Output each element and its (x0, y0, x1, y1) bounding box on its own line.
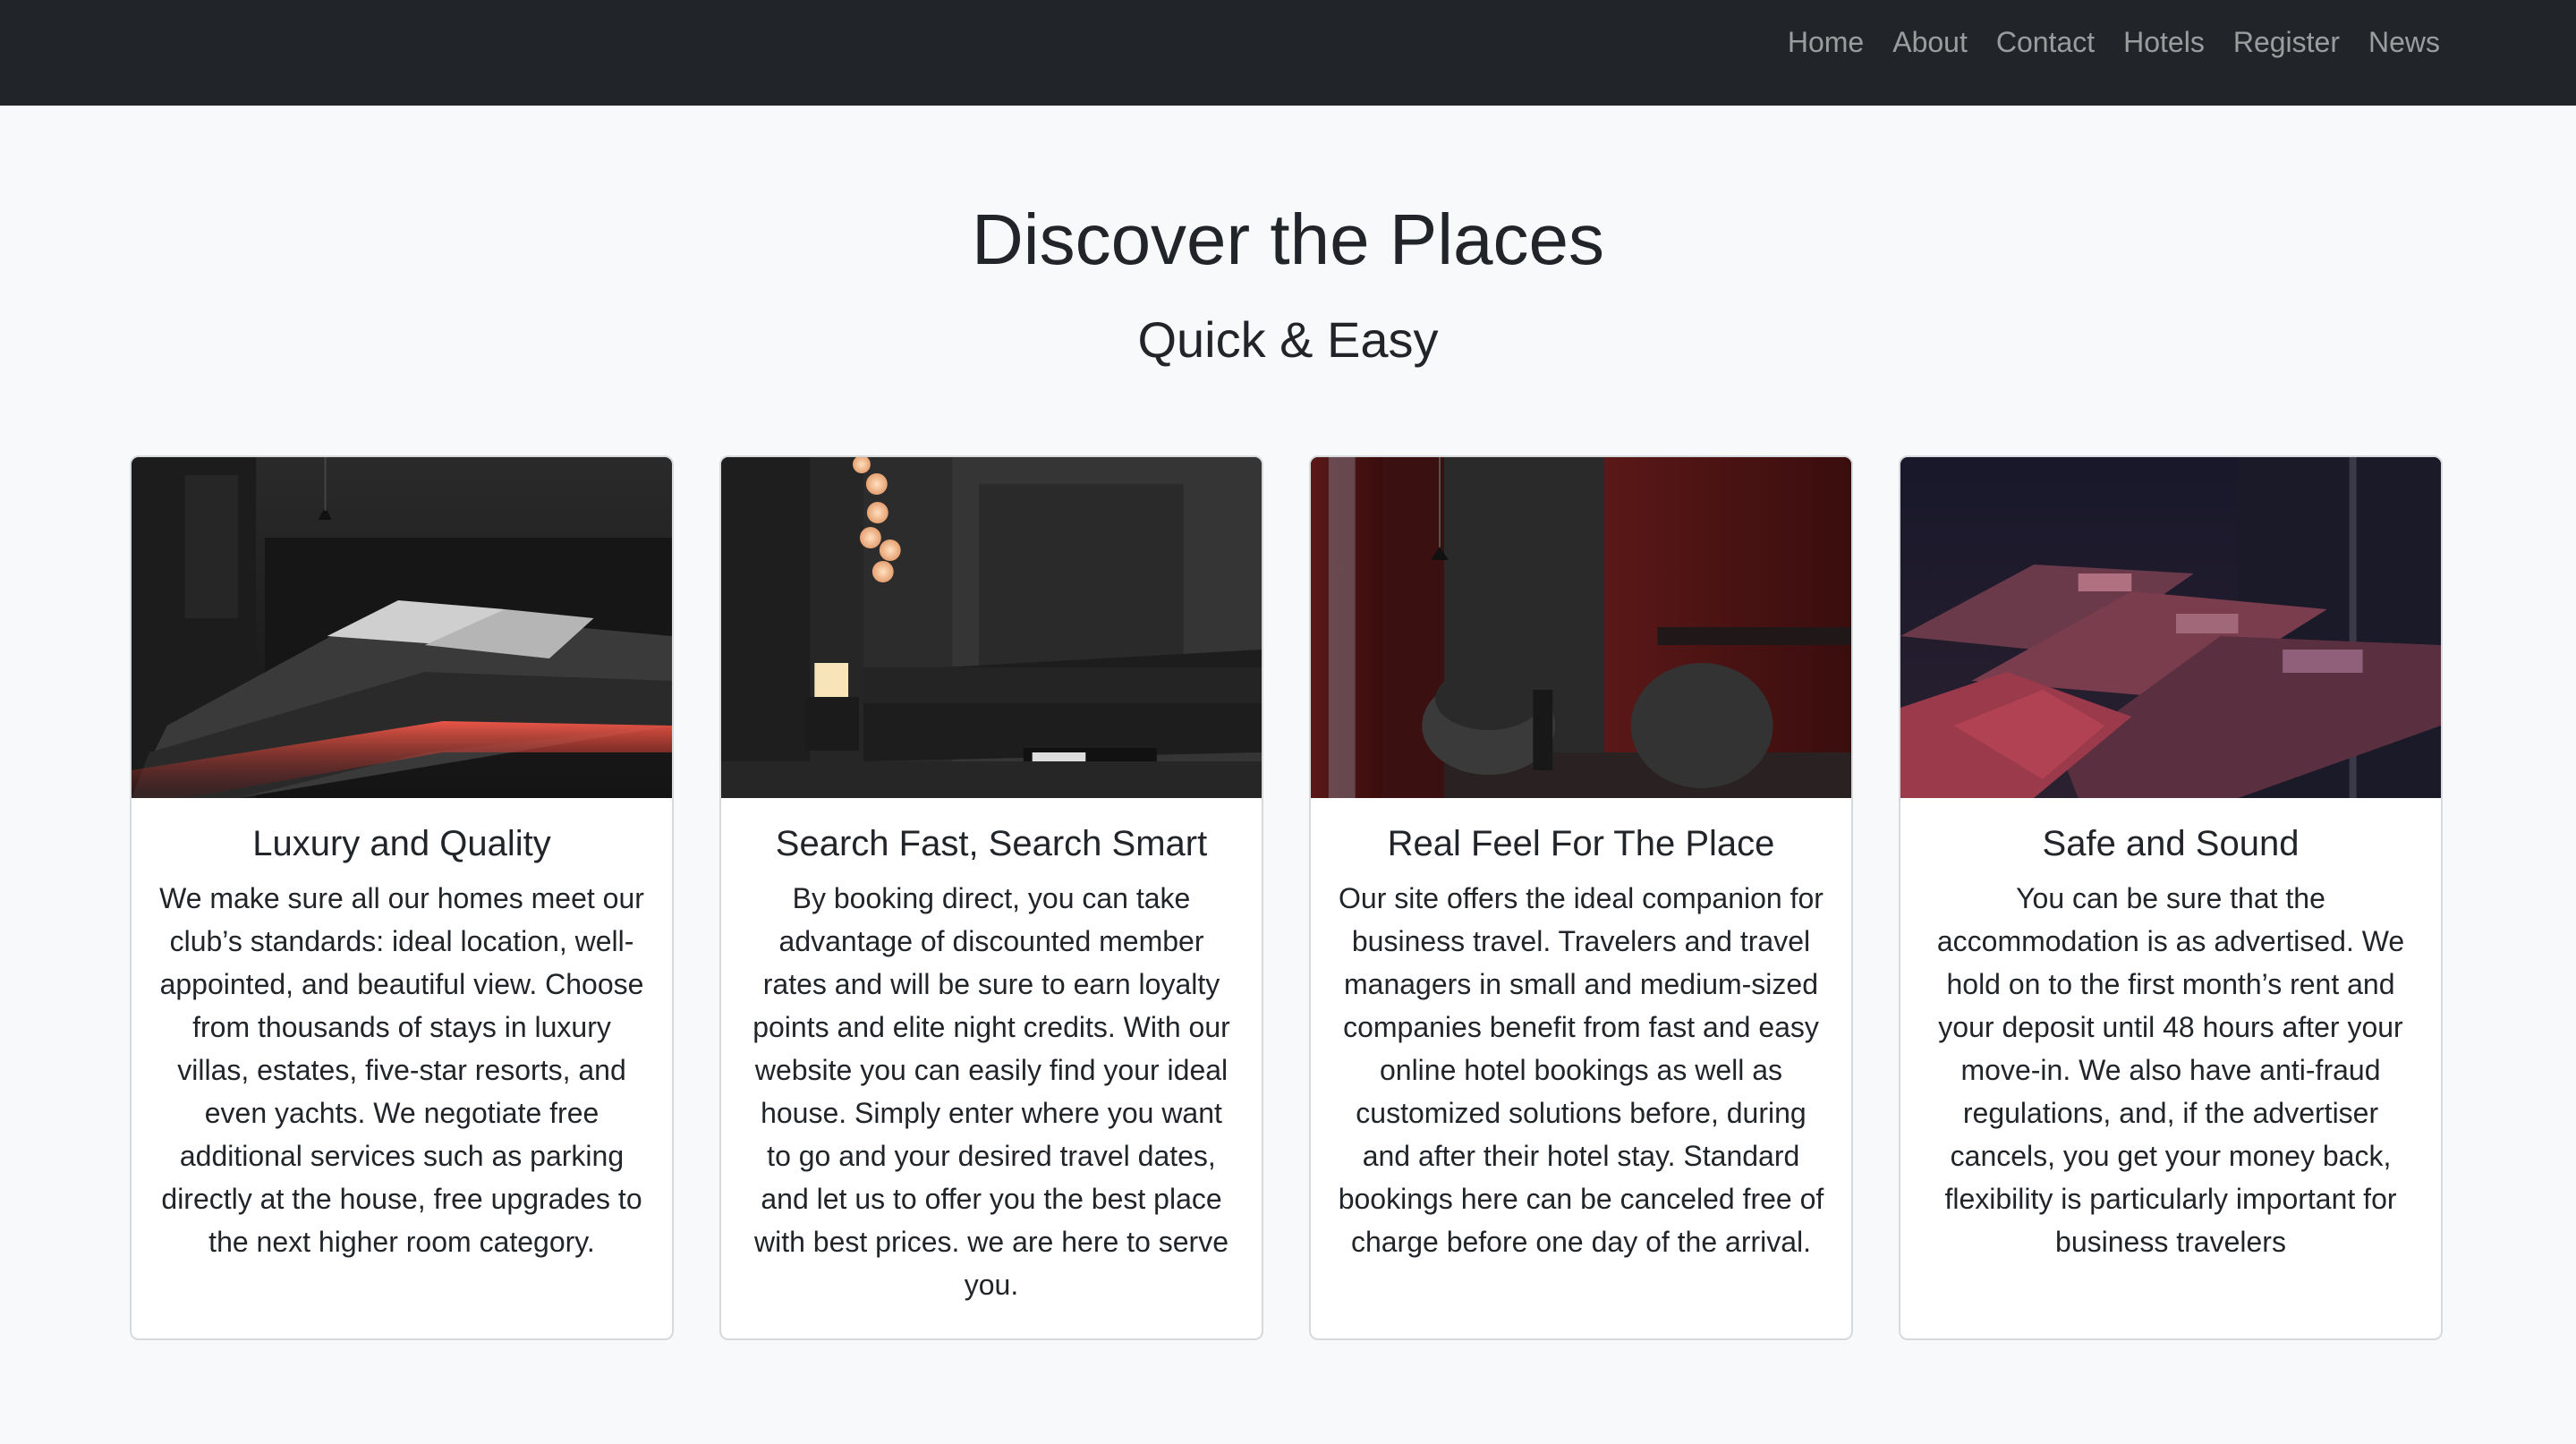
nav-about-link[interactable]: About (1892, 26, 1968, 59)
feature-card-safe: Safe and Sound You can be sure that the … (1899, 455, 2443, 1340)
card-body: Real Feel For The Place Our site offers … (1311, 798, 1851, 1263)
card-body: Safe and Sound You can be sure that the … (1900, 798, 2441, 1263)
nav-home-link[interactable]: Home (1788, 26, 1864, 59)
card-body: Search Fast, Search Smart By booking dir… (721, 798, 1262, 1306)
feature-card-luxury: Luxury and Quality We make sure all our … (130, 455, 674, 1340)
armchair-room-image (1311, 457, 1851, 798)
card-text: You can be sure that the accommodation i… (1936, 882, 2405, 1258)
card-title: Real Feel For The Place (1387, 824, 1775, 863)
beds-image (1900, 457, 2441, 798)
card-title: Search Fast, Search Smart (775, 824, 1208, 863)
feature-cards: Luxury and Quality We make sure all our … (130, 455, 2443, 1340)
nav-hotels-link[interactable]: Hotels (2123, 26, 2205, 59)
card-title: Luxury and Quality (252, 824, 551, 863)
card-text: Our site offers the ideal companion for … (1338, 882, 1824, 1258)
nav-register-link[interactable]: Register (2233, 26, 2340, 59)
nav-news-link[interactable]: News (2368, 26, 2440, 59)
top-navbar: Home About Contact Hotels Register News (0, 0, 2576, 106)
lounge-image (721, 457, 1262, 798)
feature-card-search: Search Fast, Search Smart By booking dir… (719, 455, 1263, 1340)
card-title: Safe and Sound (2042, 824, 2300, 863)
page-subtitle: Quick & Easy (1137, 311, 1439, 368)
card-text: By booking direct, you can take advantag… (752, 882, 1230, 1301)
page-title: Discover the Places (972, 200, 1604, 279)
feature-card-real-feel: Real Feel For The Place Our site offers … (1309, 455, 1853, 1340)
nav-contact-link[interactable]: Contact (1996, 26, 2095, 59)
nav-links: Home About Contact Hotels Register News (1788, 0, 2440, 85)
card-text: We make sure all our homes meet our club… (159, 882, 644, 1258)
card-body: Luxury and Quality We make sure all our … (132, 798, 672, 1263)
bedroom-image (132, 457, 672, 798)
